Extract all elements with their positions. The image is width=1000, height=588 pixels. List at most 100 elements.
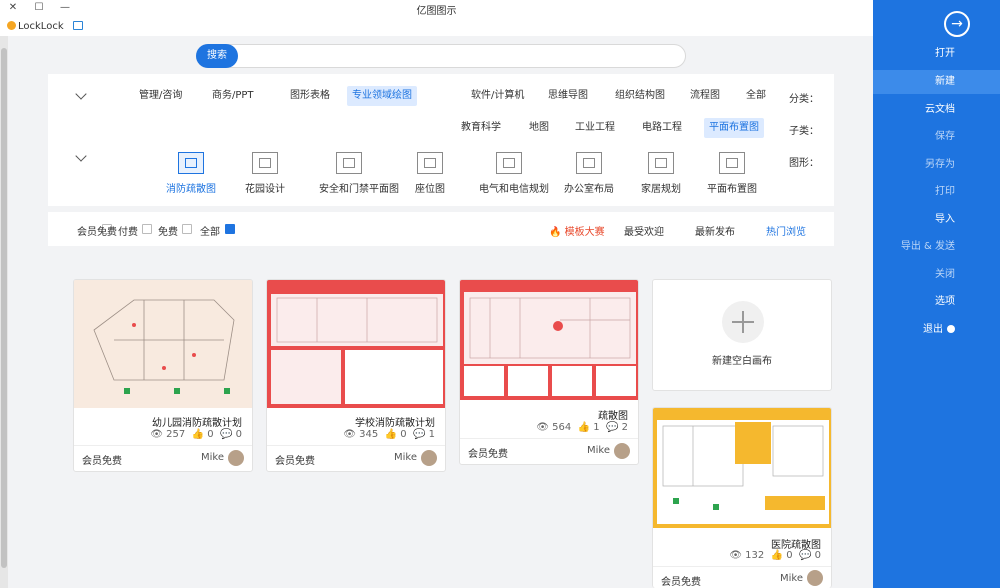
sub-map[interactable]: 地图 — [524, 118, 554, 138]
back-arrow-icon[interactable]: → — [944, 11, 970, 37]
sub-education[interactable]: 教育科学 — [456, 118, 506, 138]
vip-icon — [7, 21, 16, 30]
category-graphics-table[interactable]: 图形表格 — [285, 86, 335, 106]
new-blank-label: 新建空白画布 — [712, 356, 772, 367]
template-card[interactable]: 学校消防疏散计划 👁 345 👍 0 💬 1 Mike 会员免费 — [266, 279, 446, 472]
price-label: 会员免费 — [661, 577, 701, 588]
category-mind-map[interactable]: 思维导图 — [543, 86, 593, 106]
sort-hot[interactable]: 热门浏览 — [766, 223, 806, 238]
category-flowchart[interactable]: 流程图 — [685, 86, 725, 106]
floor-plan-icon — [719, 152, 745, 174]
author-name[interactable]: Mike — [201, 452, 224, 463]
category-business-ppt[interactable]: 商务/PPT — [207, 86, 259, 106]
sidebar-item-options[interactable]: 选项 — [873, 290, 1000, 314]
sidebar-item-export[interactable]: 导出 & 发送 — [873, 235, 1000, 259]
home-plan-icon — [648, 152, 674, 174]
sidebar-item-save[interactable]: 保存 — [873, 125, 1000, 149]
sort-popular[interactable]: 最受欢迎 — [624, 223, 664, 238]
search-input[interactable]: 搜索 — [196, 44, 686, 68]
close-window-button[interactable]: ✕ — [6, 1, 20, 15]
shape-label: 图形： — [789, 158, 819, 169]
shape-electrical[interactable]: 电气和电信规划 — [479, 152, 549, 195]
price-label: 会员免费 — [275, 456, 315, 467]
filter-all-label: 全部 — [200, 227, 220, 238]
filter-panel: 分类： 全部 流程图 组织结构图 思维导图 软件/计算机 专业领域绘图 图形表格… — [48, 74, 834, 206]
scrollbar[interactable] — [0, 36, 8, 588]
sidebar: → 打开 新建 云文档 保存 另存为 打印 导入 导出 & 发送 关闭 选项 退… — [873, 0, 1000, 588]
category-all[interactable]: 全部 — [741, 86, 771, 106]
template-card[interactable]: 医院疏散图 👁 132 👍 0 💬 0 Mike 会员免费 — [652, 407, 832, 588]
avatar[interactable] — [421, 450, 437, 466]
expand-shapes-chevron-icon[interactable] — [75, 150, 87, 162]
template-stats: 👁 257 👍 0 💬 0 — [150, 429, 242, 440]
filter-paid-label: 付费 — [118, 227, 138, 238]
window-title: 亿图图示 — [416, 6, 457, 17]
shape-home-plan[interactable]: 家居规划 — [631, 152, 691, 195]
seating-chart-icon — [417, 152, 443, 174]
avatar[interactable] — [807, 570, 823, 586]
template-thumbnail — [267, 280, 445, 408]
electrical-plan-icon — [496, 152, 522, 174]
fire-icon: 🔥 — [549, 227, 562, 238]
sidebar-item-import[interactable]: 导入 — [873, 208, 1000, 232]
template-stats: 👁 345 👍 0 💬 1 — [343, 429, 435, 440]
template-title: 疏散图 — [598, 411, 628, 422]
sidebar-item-open[interactable]: 打开 — [873, 42, 1000, 66]
search-button[interactable]: 搜索 — [196, 44, 238, 68]
template-card[interactable]: 幼儿园消防疏散计划 👁 257 👍 0 💬 0 Mike 会员免费 — [73, 279, 253, 472]
new-blank-canvas-card[interactable]: 新建空白画布 — [652, 279, 832, 391]
category-professional[interactable]: 专业领域绘图 — [347, 86, 417, 106]
avatar[interactable] — [614, 443, 630, 459]
sidebar-item-close[interactable]: 关闭 — [873, 263, 1000, 287]
sub-circuit[interactable]: 电路工程 — [637, 118, 687, 138]
security-plan-icon — [336, 152, 362, 174]
garden-design-icon — [252, 152, 278, 174]
sidebar-item-exit[interactable]: 退出 — [873, 318, 1000, 342]
maximize-window-button[interactable]: ☐ — [32, 1, 46, 15]
evacuation-plan-icon — [178, 152, 204, 174]
sidebar-item-print[interactable]: 打印 — [873, 180, 1000, 204]
user-name[interactable]: LockLock — [18, 21, 64, 32]
sub-label: 子类： — [789, 126, 819, 137]
sort-newest[interactable]: 最新发布 — [695, 223, 735, 238]
category-software[interactable]: 软件/计算机 — [466, 86, 529, 106]
shape-security[interactable]: 安全和门禁平面图 — [319, 152, 399, 195]
message-icon[interactable] — [73, 21, 83, 30]
price-label: 会员免费 — [468, 449, 508, 460]
template-thumbnail — [74, 280, 252, 408]
author-name[interactable]: Mike — [394, 452, 417, 463]
sidebar-item-new[interactable]: 新建 — [873, 70, 1000, 94]
price-label: 会员免费 — [82, 456, 122, 467]
shape-evacuation[interactable]: 消防疏散图 — [161, 152, 221, 195]
filter-member-label: 会员免费 — [77, 227, 117, 238]
sub-industrial[interactable]: 工业工程 — [570, 118, 620, 138]
author-name[interactable]: Mike — [780, 573, 803, 584]
category-org-chart[interactable]: 组织结构图 — [610, 86, 670, 106]
office-layout-icon — [576, 152, 602, 174]
sort-contest[interactable]: 🔥 模板大赛 — [549, 223, 605, 238]
title-bar: 亿图图示 ✕ ☐ — — [0, 0, 873, 17]
scrollbar-thumb[interactable] — [1, 48, 7, 568]
shape-seating[interactable]: 座位图 — [400, 152, 460, 195]
category-management[interactable]: 管理/咨询 — [134, 86, 187, 106]
shape-garden[interactable]: 花园设计 — [235, 152, 295, 195]
template-card[interactable]: 疏散图 👁 564 👍 1 💬 2 Mike 会员免费 — [459, 279, 639, 465]
checkbox-paid[interactable] — [142, 224, 152, 234]
checkbox-free[interactable] — [182, 224, 192, 234]
template-thumbnail — [460, 280, 638, 400]
minimize-window-button[interactable]: — — [58, 1, 72, 15]
shape-floor-plan[interactable]: 平面布置图 — [702, 152, 762, 195]
plus-icon — [722, 301, 764, 343]
sidebar-item-cloud[interactable]: 云文档 — [873, 98, 1000, 122]
author-name[interactable]: Mike — [587, 445, 610, 456]
checkbox-all[interactable] — [225, 224, 235, 234]
template-stats: 👁 564 👍 1 💬 2 — [536, 422, 628, 433]
avatar[interactable] — [228, 450, 244, 466]
sub-floor-plan[interactable]: 平面布置图 — [704, 118, 764, 138]
filter-free-label: 免费 — [158, 227, 178, 238]
expand-categories-chevron-icon[interactable] — [75, 88, 87, 100]
template-title: 医院疏散图 — [771, 540, 821, 551]
sort-bar: 热门浏览 最新发布 最受欢迎 🔥 模板大赛 全部 免费 付费 会员免费 — [48, 212, 834, 246]
shape-office-layout[interactable]: 办公室布局 — [559, 152, 619, 195]
sidebar-item-save-as[interactable]: 另存为 — [873, 153, 1000, 177]
